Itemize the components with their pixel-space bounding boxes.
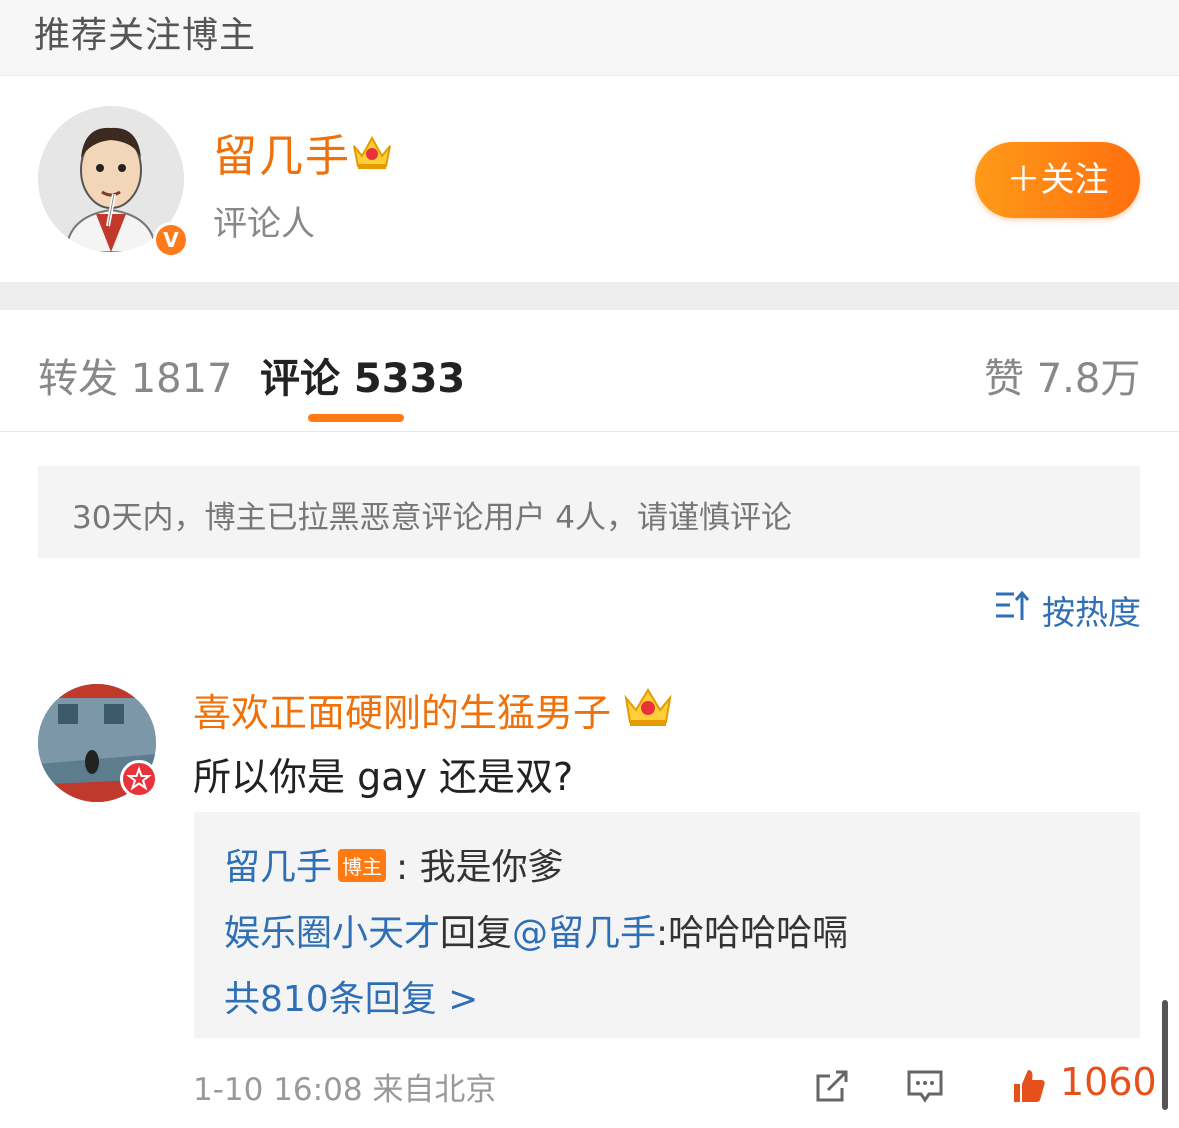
- comment-time-location: 1-10 16:08 来自北京: [193, 1072, 497, 1108]
- reply-text: :哈哈哈哈嗝: [656, 913, 849, 954]
- like-thumb-icon[interactable]: [1008, 1066, 1048, 1106]
- reply-separator: :: [396, 847, 420, 888]
- crown-icon: [624, 688, 672, 726]
- section-title: 推荐关注博主: [34, 15, 257, 56]
- blogger-name[interactable]: 留几手: [213, 120, 351, 184]
- crown-icon: [353, 135, 391, 169]
- reply-item[interactable]: 娱乐圈小天才回复@留几手:哈哈哈哈嗝: [224, 904, 848, 956]
- share-icon[interactable]: [812, 1066, 852, 1106]
- replies-box[interactable]: 留几手 博主: 我是你爹 娱乐圈小天才回复@留几手:哈哈哈哈嗝 共810条回复 >: [194, 812, 1140, 1038]
- block-notice-text: 30天内，博主已拉黑恶意评论用户 4人，请谨慎评论: [72, 500, 793, 536]
- sort-icon: [996, 590, 1030, 620]
- comment-icon[interactable]: [905, 1066, 945, 1106]
- block-notice: 30天内，博主已拉黑恶意评论用户 4人，请谨慎评论: [38, 466, 1140, 558]
- more-replies-link[interactable]: 共810条回复 >: [224, 970, 478, 1022]
- tab-likes[interactable]: 赞 7.8万: [984, 346, 1140, 404]
- follow-button[interactable]: ＋关注: [975, 142, 1140, 218]
- reply-text: 我是你爹: [419, 847, 564, 888]
- reply-item[interactable]: 留几手 博主: 我是你爹: [224, 838, 564, 890]
- reply-verb: 回复: [440, 913, 513, 954]
- sort-label: 按热度: [1042, 593, 1141, 632]
- comment-text: 所以你是 gay 还是双?: [193, 755, 574, 799]
- section-divider: [0, 282, 1179, 310]
- commenter-name[interactable]: 喜欢正面硬刚的生猛男子: [193, 682, 611, 737]
- tab-comments[interactable]: 评论 5333: [260, 346, 465, 404]
- tab-repost[interactable]: 转发 1817: [38, 346, 233, 404]
- blogger-role: 评论人: [213, 204, 315, 244]
- like-count: 1060: [1060, 1060, 1157, 1104]
- host-tag: 博主: [338, 848, 387, 882]
- scrollbar[interactable]: [1162, 1000, 1168, 1110]
- reply-author[interactable]: 娱乐圈小天才: [224, 913, 440, 954]
- star-badge-icon: [120, 760, 158, 798]
- section-header: 推荐关注博主: [0, 0, 1179, 76]
- reply-author[interactable]: 留几手: [224, 847, 332, 888]
- reply-mention[interactable]: @留几手: [512, 913, 656, 954]
- verified-v-icon: V: [153, 222, 189, 258]
- post-tabs: 转发 1817 评论 5333 赞 7.8万: [0, 310, 1179, 432]
- active-tab-indicator: [308, 414, 404, 422]
- recommended-blogger-card[interactable]: V 留几手 评论人 ＋关注: [0, 76, 1179, 282]
